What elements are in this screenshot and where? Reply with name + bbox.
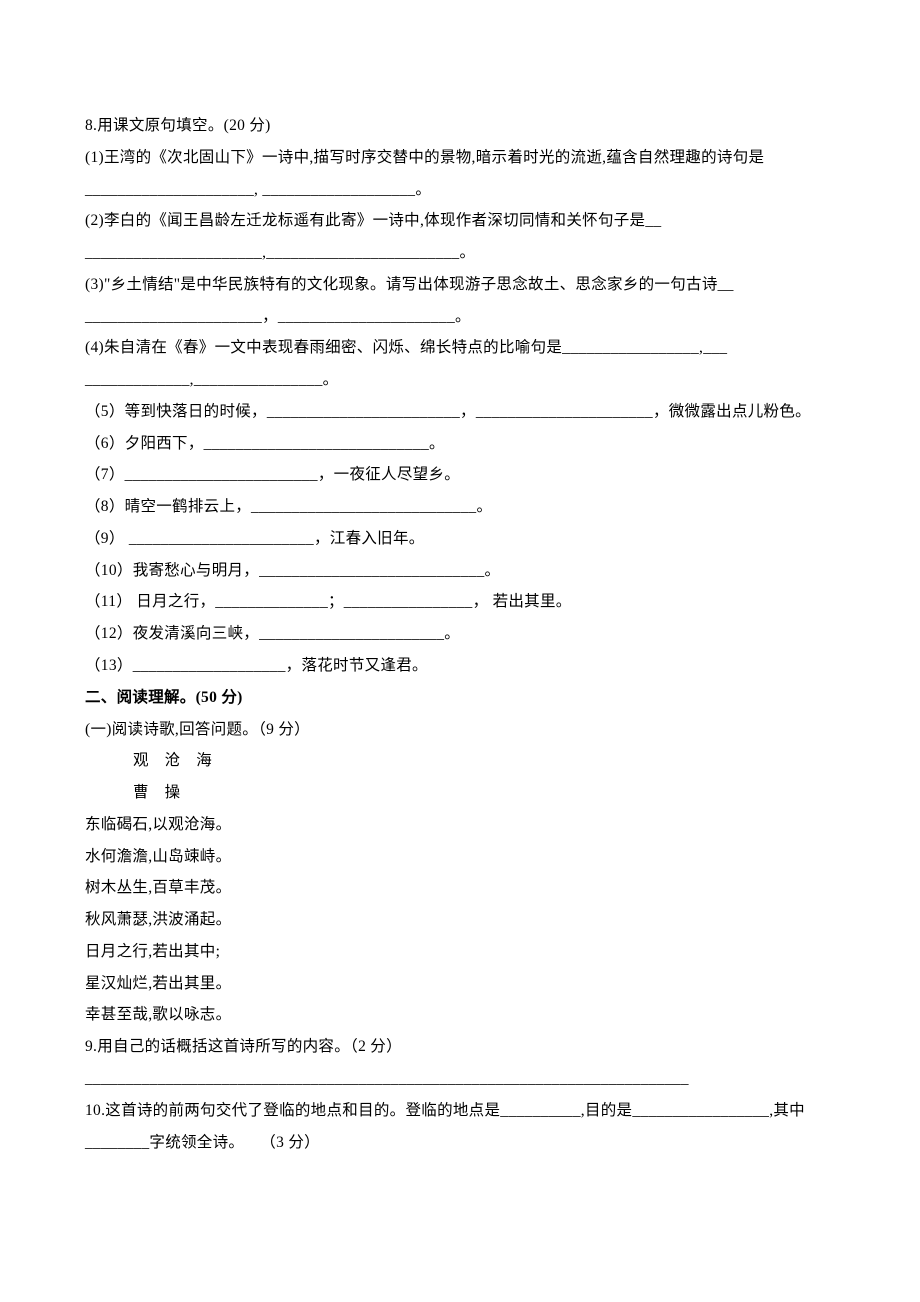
poem-line-1: 东临碣石,以观沧海。 [85,809,835,841]
document-page: 8.用课文原句填空。(20 分) (1)王湾的《次北固山下》一诗中,描写时序交替… [0,0,920,1268]
poem-line-3: 树木丛生,百草丰茂。 [85,872,835,904]
poem-line-6: 星汉灿烂,若出其里。 [85,968,835,1000]
q8-item-9: （9） _______________________，江春入旧年。 [85,523,835,555]
q8-item-2: (2)李白的《闻王昌龄左迁龙标遥有此寄》一诗中,体现作者深切同情和关怀句子是__ [85,205,835,237]
q8-item-10: （10）我寄愁心与明月，____________________________… [85,555,835,587]
q8-item-5: （5）等到快落日的时候，________________________，___… [85,396,835,428]
q8-item-3-cont: ______________________，_________________… [85,301,835,333]
poem-line-2: 水何澹澹,山岛竦峙。 [85,841,835,873]
poem-title: 观 沧 海 [85,745,835,777]
poem-line-4: 秋风萧瑟,洪波涌起。 [85,904,835,936]
q8-item-6: （6）夕阳西下，____________________________。 [85,428,835,460]
part1-intro: (一)阅读诗歌,回答问题。（9 分） [85,714,835,746]
q8-item-4-cont: _____________,________________。 [85,364,835,396]
q8-item-2-cont: ______________________,_________________… [85,237,835,269]
q8-item-7: （7）________________________，一夜征人尽望乡。 [85,459,835,491]
q9-stem: 9.用自己的话概括这首诗所写的内容。（2 分） [85,1031,835,1063]
q10-stem: 10.这首诗的前两句交代了登临的地点和目的。登临的地点是__________,目… [85,1095,835,1159]
q8-item-11: （11） 日月之行，______________；_______________… [85,586,835,618]
poem-line-7: 幸甚至哉,歌以咏志。 [85,999,835,1031]
q8-item-1: (1)王湾的《次北固山下》一诗中,描写时序交替中的景物,暗示着时光的流逝,蕴含自… [85,142,835,206]
poem-author: 曹 操 [85,777,835,809]
q9-blank: ________________________________________… [85,1063,835,1095]
q8-item-8: （8）晴空一鹤排云上，____________________________。 [85,491,835,523]
q8-item-3: (3)"乡土情结"是中华民族特有的文化现象。请写出体现游子思念故土、思念家乡的一… [85,269,835,301]
section2-title: 二、阅读理解。(50 分) [85,682,835,714]
q8-item-13: （13）___________________，落花时节又逢君。 [85,650,835,682]
poem-line-5: 日月之行,若出其中; [85,936,835,968]
q8-item-12: （12）夜发清溪向三峡，_______________________。 [85,618,835,650]
q8-stem: 8.用课文原句填空。(20 分) [85,110,835,142]
q8-item-4: (4)朱自清在《春》一文中表现春雨细密、闪烁、绵长特点的比喻句是________… [85,332,835,364]
